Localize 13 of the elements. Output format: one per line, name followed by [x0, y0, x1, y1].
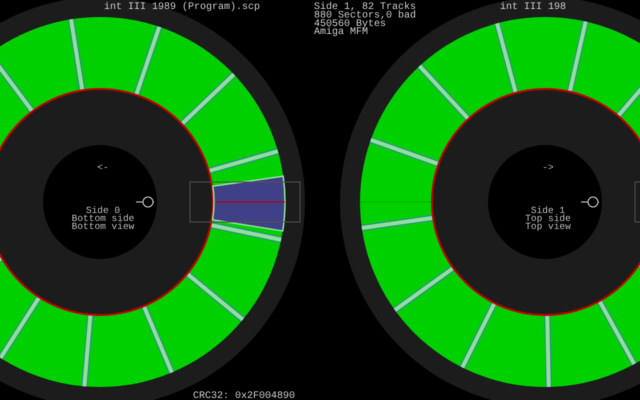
- side-label: Side 0: [86, 205, 120, 216]
- side-label: Bottom side: [72, 213, 134, 224]
- file-name: int III 198: [500, 2, 566, 13]
- side-label: Top view: [525, 221, 571, 232]
- selection-frame: [634, 182, 640, 222]
- head-icon: [136, 196, 154, 208]
- side-label: Bottom view: [72, 221, 134, 232]
- direction-arrow: ->: [542, 162, 554, 173]
- direction-arrow: <-: [97, 162, 109, 173]
- crc-checksum: CRC32: 0x2F004890: [193, 391, 296, 400]
- side-label: Top side: [525, 213, 571, 224]
- file-name: int III 1989 (Program).scp: [104, 2, 260, 13]
- head-icon: [580, 196, 600, 208]
